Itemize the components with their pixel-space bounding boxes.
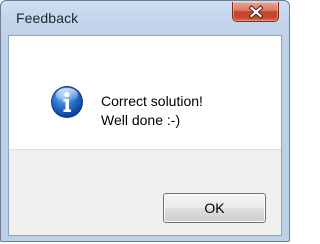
message-line-2: Well done :-)	[101, 112, 181, 128]
dialog-title: Feedback	[16, 10, 79, 26]
title-bar[interactable]: Feedback	[1, 1, 289, 31]
close-button[interactable]	[232, 2, 279, 22]
feedback-dialog: Feedback Correct solution! Well done:-)…	[0, 0, 290, 242]
ok-button[interactable]: OK	[163, 193, 266, 223]
button-bar: OK	[9, 149, 281, 235]
dialog-body: Correct solution! Well done :-) OK	[8, 35, 282, 236]
message-area: Correct solution! Well done :-)	[9, 36, 281, 149]
close-icon	[248, 5, 264, 19]
information-icon	[51, 86, 83, 118]
message-text: Correct solution! Well done :-)	[101, 92, 203, 130]
message-line-1: Correct solution!	[101, 93, 203, 109]
